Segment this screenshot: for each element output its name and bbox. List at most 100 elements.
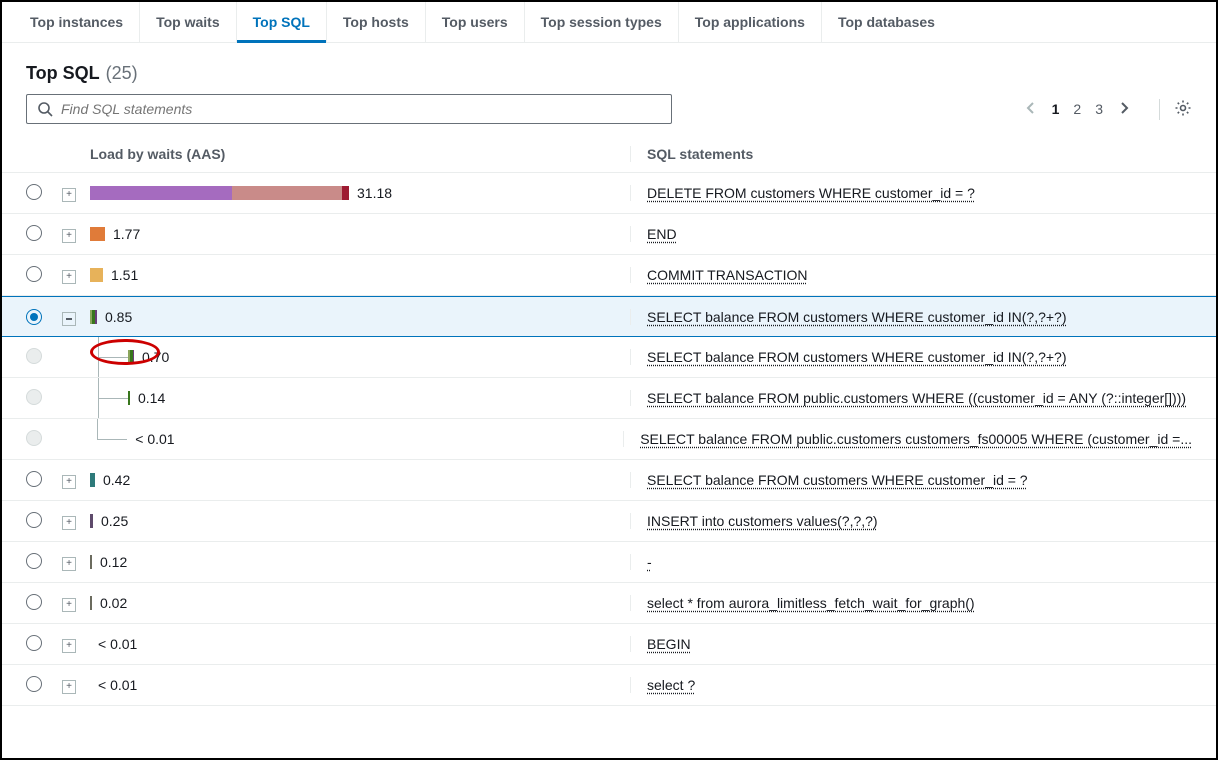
gear-icon [1174, 99, 1192, 117]
expand-icon[interactable]: + [62, 475, 76, 489]
load-value: 1.51 [111, 267, 138, 283]
sql-statement[interactable]: select * from aurora_limitless_fetch_wai… [647, 595, 975, 611]
table-row[interactable]: + < 0.01 BEGIN [2, 624, 1216, 665]
col-sql-header[interactable]: SQL statements [630, 146, 1192, 162]
sql-statement[interactable]: SELECT balance FROM customers WHERE cust… [647, 349, 1067, 365]
load-bar [90, 268, 103, 282]
load-bar [90, 227, 105, 241]
sql-statement[interactable]: SELECT balance FROM public.customers WHE… [647, 390, 1186, 406]
sql-statement[interactable]: BEGIN [647, 636, 691, 652]
sql-statement[interactable]: INSERT into customers values(?,?,?) [647, 513, 878, 529]
page-2[interactable]: 2 [1073, 101, 1081, 117]
load-value: 0.70 [142, 349, 169, 365]
row-radio[interactable] [26, 512, 42, 528]
row-radio[interactable] [26, 676, 42, 692]
row-radio[interactable] [26, 266, 42, 282]
tab-top-session-types[interactable]: Top session types [525, 2, 679, 42]
chevron-left-icon [1024, 101, 1038, 115]
page-1[interactable]: 1 [1052, 101, 1060, 117]
load-bar [90, 514, 93, 528]
tab-top-sql[interactable]: Top SQL [237, 2, 327, 42]
table-row[interactable]: < 0.01 SELECT balance FROM public.custome… [2, 419, 1216, 460]
row-radio[interactable] [26, 225, 42, 241]
row-radio[interactable] [26, 471, 42, 487]
expand-icon[interactable]: + [62, 557, 76, 571]
page-3[interactable]: 3 [1095, 101, 1103, 117]
search-box[interactable] [26, 94, 672, 124]
row-radio [26, 348, 42, 364]
expand-icon[interactable]: + [62, 639, 76, 653]
table-row[interactable]: +0.02 select * from aurora_limitless_fetc… [2, 583, 1216, 624]
sql-statement[interactable]: SELECT balance FROM public.customers cus… [640, 431, 1192, 447]
load-value: 31.18 [357, 185, 392, 201]
search-icon [37, 101, 53, 117]
load-bar [90, 555, 92, 569]
table-row[interactable]: + < 0.01 select ? [2, 665, 1216, 706]
col-load-header[interactable]: Load by waits (AAS) [90, 146, 630, 162]
table-row[interactable]: +0.42 SELECT balance FROM customers WHERE… [2, 460, 1216, 501]
load-value: < 0.01 [135, 431, 174, 447]
sql-statement[interactable]: SELECT balance FROM customers WHERE cust… [647, 309, 1067, 325]
table-row[interactable]: +0.25 INSERT into customers values(?,?,?) [2, 501, 1216, 542]
row-radio[interactable] [26, 309, 42, 325]
row-radio[interactable] [26, 635, 42, 651]
sql-statement[interactable]: SELECT balance FROM customers WHERE cust… [647, 472, 1028, 488]
table-row[interactable]: +1.51 COMMIT TRANSACTION [2, 255, 1216, 296]
table-row[interactable]: 0.14 SELECT balance FROM public.customers… [2, 378, 1216, 419]
load-value: 0.42 [103, 472, 130, 488]
pagination: 1 2 3 [1024, 101, 1131, 118]
load-bar [90, 596, 92, 610]
row-radio[interactable] [26, 553, 42, 569]
section-title: Top SQL [26, 63, 100, 84]
row-radio [26, 389, 42, 405]
collapse-icon[interactable] [62, 312, 76, 326]
sql-statement[interactable]: - [647, 554, 652, 570]
load-bar [90, 186, 349, 200]
expand-icon[interactable]: + [62, 270, 76, 284]
expand-icon[interactable]: + [62, 680, 76, 694]
tab-top-instances[interactable]: Top instances [14, 2, 140, 42]
tab-top-waits[interactable]: Top waits [140, 2, 237, 42]
sql-statement[interactable]: END [647, 226, 677, 242]
section-count: (25) [106, 63, 138, 84]
sql-table: Load by waits (AAS) SQL statements +31.1… [2, 136, 1216, 706]
toolbar: 1 2 3 [2, 94, 1216, 136]
load-value: 0.02 [100, 595, 127, 611]
load-value: 0.25 [101, 513, 128, 529]
load-bar [128, 391, 130, 405]
row-radio [26, 430, 42, 446]
page-next[interactable] [1117, 101, 1131, 118]
table-row[interactable]: +1.77 END [2, 214, 1216, 255]
table-row[interactable]: +31.18 DELETE FROM customers WHERE custom… [2, 173, 1216, 214]
tab-top-hosts[interactable]: Top hosts [327, 2, 426, 42]
expand-icon[interactable]: + [62, 188, 76, 202]
search-input[interactable] [61, 101, 661, 117]
expand-icon[interactable]: + [62, 229, 76, 243]
load-bar [90, 473, 95, 487]
load-bar [128, 350, 134, 364]
tab-top-databases[interactable]: Top databases [822, 2, 951, 42]
table-row[interactable]: +0.12 - [2, 542, 1216, 583]
load-value: 0.14 [138, 390, 165, 406]
load-value: < 0.01 [98, 677, 137, 693]
tab-top-users[interactable]: Top users [426, 2, 525, 42]
expand-icon[interactable]: + [62, 598, 76, 612]
expand-icon[interactable]: + [62, 516, 76, 530]
tab-top-applications[interactable]: Top applications [679, 2, 822, 42]
section-header: Top SQL (25) [2, 43, 1216, 94]
tabs-bar: Top instancesTop waitsTop SQLTop hostsTo… [2, 2, 1216, 43]
sql-statement[interactable]: select ? [647, 677, 695, 693]
sql-statement[interactable]: DELETE FROM customers WHERE customer_id … [647, 185, 975, 201]
load-value: 1.77 [113, 226, 140, 242]
sql-statement[interactable]: COMMIT TRANSACTION [647, 267, 808, 283]
load-value: 0.12 [100, 554, 127, 570]
load-value: < 0.01 [98, 636, 137, 652]
row-radio[interactable] [26, 184, 42, 200]
chevron-right-icon [1117, 101, 1131, 115]
table-header: Load by waits (AAS) SQL statements [2, 136, 1216, 173]
page-prev[interactable] [1024, 101, 1038, 118]
table-row[interactable]: 0.85SELECT balance FROM customers WHERE … [2, 296, 1216, 337]
table-row[interactable]: 0.70 SELECT balance FROM customers WHERE … [2, 337, 1216, 378]
row-radio[interactable] [26, 594, 42, 610]
settings-button[interactable] [1159, 99, 1192, 120]
